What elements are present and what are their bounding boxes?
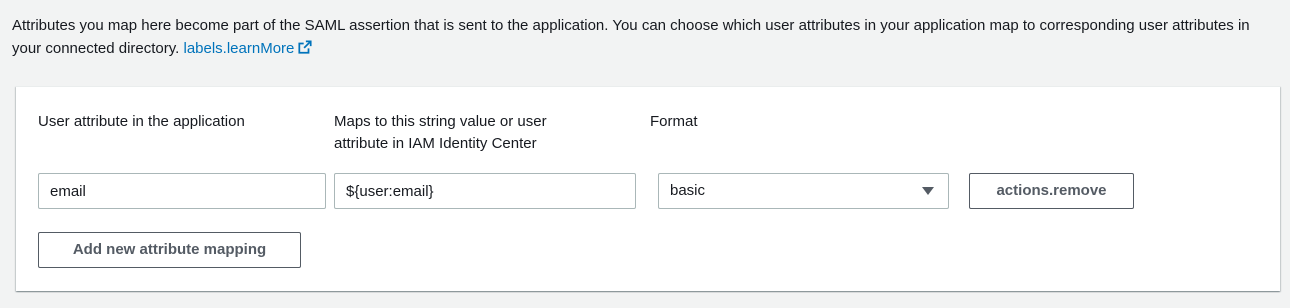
attribute-mappings-page: Attributes you map here become part of t… bbox=[0, 0, 1290, 308]
attribute-mappings-description: Attributes you map here become part of t… bbox=[12, 14, 1280, 60]
user-attribute-input[interactable] bbox=[38, 173, 326, 209]
learn-more-label: labels.learnMore bbox=[183, 40, 295, 57]
add-attribute-mapping-button[interactable]: Add new attribute mapping bbox=[38, 232, 301, 268]
header-user-attribute: User attribute in the application bbox=[38, 113, 245, 130]
format-select-value: basic bbox=[670, 182, 706, 199]
maps-to-input[interactable] bbox=[334, 173, 636, 209]
header-maps-to: Maps to this string value or user attrib… bbox=[334, 113, 547, 152]
external-link-icon bbox=[298, 40, 312, 54]
caret-down-icon bbox=[922, 187, 934, 195]
attribute-mapping-card: User attribute in the application Maps t… bbox=[16, 86, 1280, 291]
format-select[interactable]: basic bbox=[658, 173, 949, 209]
header-format: Format bbox=[650, 113, 698, 130]
remove-button[interactable]: actions.remove bbox=[969, 173, 1134, 209]
learn-more-link[interactable]: labels.learnMore bbox=[183, 40, 312, 57]
